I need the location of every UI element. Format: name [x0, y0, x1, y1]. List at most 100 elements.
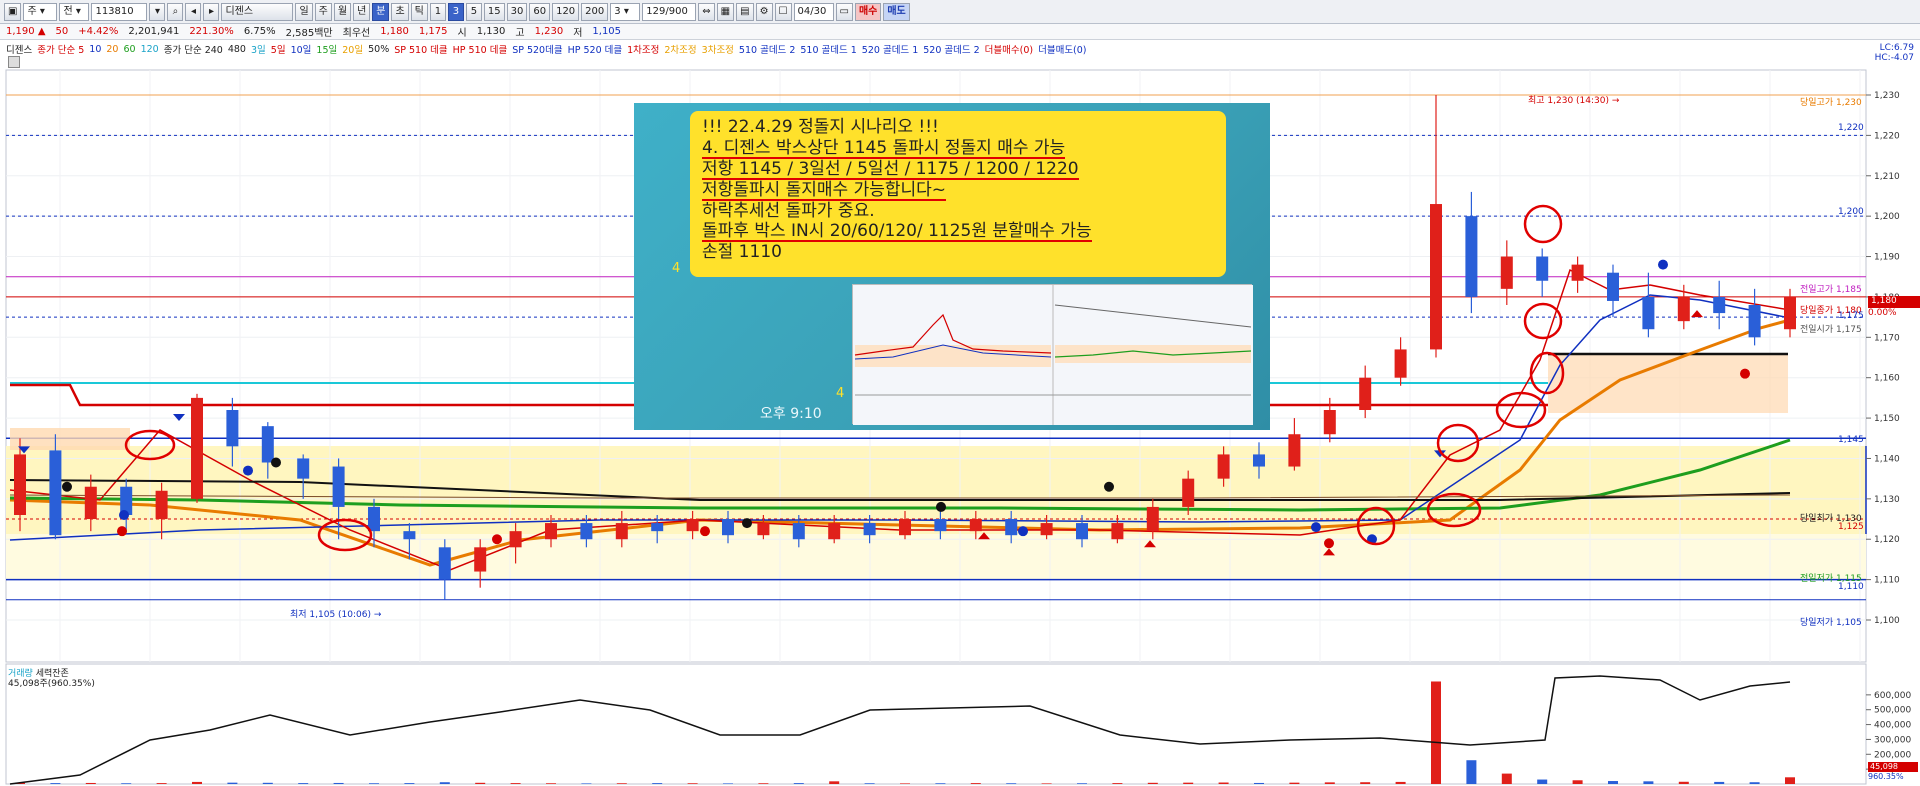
candle-body: [580, 523, 593, 540]
note-line-3: 저항 1145 / 3일선 / 5일선 / 1175 / 1200 / 1220: [702, 158, 1079, 180]
volume-bar: [121, 783, 132, 784]
label-1200: 1,200: [1838, 207, 1864, 217]
candle-body: [1571, 264, 1584, 281]
label-max-marker: 최고 1,230 (14:30) →: [1528, 96, 1620, 106]
volume-bar: [1395, 781, 1406, 784]
volume-bar: [687, 783, 698, 784]
volume-bar: [1678, 781, 1689, 784]
candle-body: [1536, 256, 1549, 281]
volume-bar: [829, 781, 840, 784]
candle-body: [1394, 349, 1407, 378]
note-line-7: 손절 1110: [702, 242, 782, 262]
candle-body: [545, 523, 557, 540]
volume-bar: [723, 783, 733, 784]
volume-bar: [156, 783, 167, 784]
candle-body: [332, 466, 345, 507]
label-prev-high: 전일고가 1,185: [1800, 285, 1862, 295]
volume-bar: [369, 783, 379, 784]
candle-body: [1677, 296, 1690, 322]
price-axis: 1,2301,2201,2101,2001,1901,1801,1701,160…: [1866, 91, 1900, 626]
candle-body: [651, 523, 664, 532]
sell-arrow-icon: [173, 414, 185, 422]
candle-body: [14, 454, 26, 515]
volume-bar: [439, 782, 450, 784]
note-badge-left: 4: [672, 261, 681, 276]
volume-bar: [546, 783, 556, 784]
candle-body: [1005, 519, 1018, 536]
volume-bar: [581, 783, 592, 784]
signal-dot: [1104, 481, 1114, 492]
candle-body: [84, 486, 97, 520]
signal-dot: [742, 518, 752, 529]
note-badge-mid: 4: [836, 386, 845, 401]
candle-body: [403, 531, 416, 540]
volume-bar: [935, 783, 946, 784]
candle-body: [368, 506, 380, 532]
volume-bar: [333, 782, 344, 784]
volume-bar: [192, 781, 202, 784]
label-1175: 1,175: [1838, 311, 1864, 321]
volume-axis-label: 400,000: [1874, 721, 1911, 731]
axis-tick-label: 1,110: [1874, 576, 1900, 586]
volume-bar: [510, 783, 521, 784]
scenario-bubble: !!! 22.4.29 정돌지 시나리오 !!! 4. 디젠스 박스상단 114…: [690, 111, 1226, 277]
candle-body: [1359, 377, 1372, 410]
candle-body: [1323, 410, 1336, 435]
volume-axis-label: 600,000: [1874, 691, 1911, 701]
volume-bar: [1147, 782, 1158, 784]
mini-zone-right: [1055, 345, 1251, 363]
axis-tick-label: 1,220: [1874, 131, 1900, 141]
volume-pct-tag: 960.35%: [1868, 772, 1904, 781]
current-pct-tag: 0.00%: [1868, 308, 1897, 318]
axis-tick-label: 1,160: [1874, 374, 1900, 384]
volume-bar: [1218, 782, 1229, 784]
candle-body: [155, 490, 168, 520]
signal-dot: [936, 501, 946, 512]
candle-body: [474, 547, 487, 572]
volume-bar: [1572, 780, 1583, 784]
note-line-4: 저항돌파시 돌지매수 가능합니다~: [702, 179, 947, 201]
force-line: [9, 675, 1791, 785]
candle-body: [49, 450, 62, 536]
signal-dot: [492, 534, 502, 545]
volume-bar: [1501, 773, 1512, 784]
label-1145: 1,145: [1838, 435, 1864, 445]
candle-body: [686, 519, 699, 532]
buy-arrow-icon: [1691, 310, 1703, 318]
volume-tag: 45,098: [1868, 762, 1918, 772]
volume-bar: [227, 782, 238, 784]
candle-body: [1607, 272, 1619, 301]
signal-dot: [1324, 538, 1334, 549]
volume-bar: [1183, 782, 1194, 784]
candle-body: [1111, 523, 1124, 540]
candle-body: [828, 523, 841, 540]
annotation-circle: [1495, 391, 1547, 429]
candle-body: [615, 523, 628, 540]
signal-dot: [117, 526, 127, 537]
volume-bar: [85, 782, 96, 784]
candle-body: [1713, 296, 1726, 314]
candle-body: [226, 410, 239, 447]
signal-dot: [700, 526, 710, 537]
volume-bar: [1254, 782, 1264, 784]
volume-axis-label: 300,000: [1874, 735, 1911, 745]
candle-body: [1288, 434, 1301, 467]
scenario-note-image: !!! 22.4.29 정돌지 시나리오 !!! 4. 디젠스 박스상단 114…: [634, 103, 1270, 430]
candle-body: [1217, 454, 1230, 479]
volume-panel-sub: 45,098주(960.35%): [8, 679, 95, 689]
candle-body: [191, 397, 203, 499]
annotation-circle: [1523, 302, 1563, 340]
axis-tick-label: 1,170: [1874, 333, 1900, 343]
candle-body: [1748, 305, 1761, 338]
candle-body: [1146, 506, 1159, 532]
volume-bar: [1608, 781, 1618, 784]
candle-body: [297, 458, 310, 479]
volume-bar: [1006, 783, 1017, 784]
mini-zone-left: [855, 345, 1051, 367]
volume-bar: [1785, 777, 1795, 784]
volume-bar: [1431, 681, 1441, 784]
candle-body: [899, 519, 911, 536]
volume-bar: [1077, 783, 1087, 784]
candle-body: [722, 519, 734, 536]
volume-bar: [616, 783, 627, 784]
